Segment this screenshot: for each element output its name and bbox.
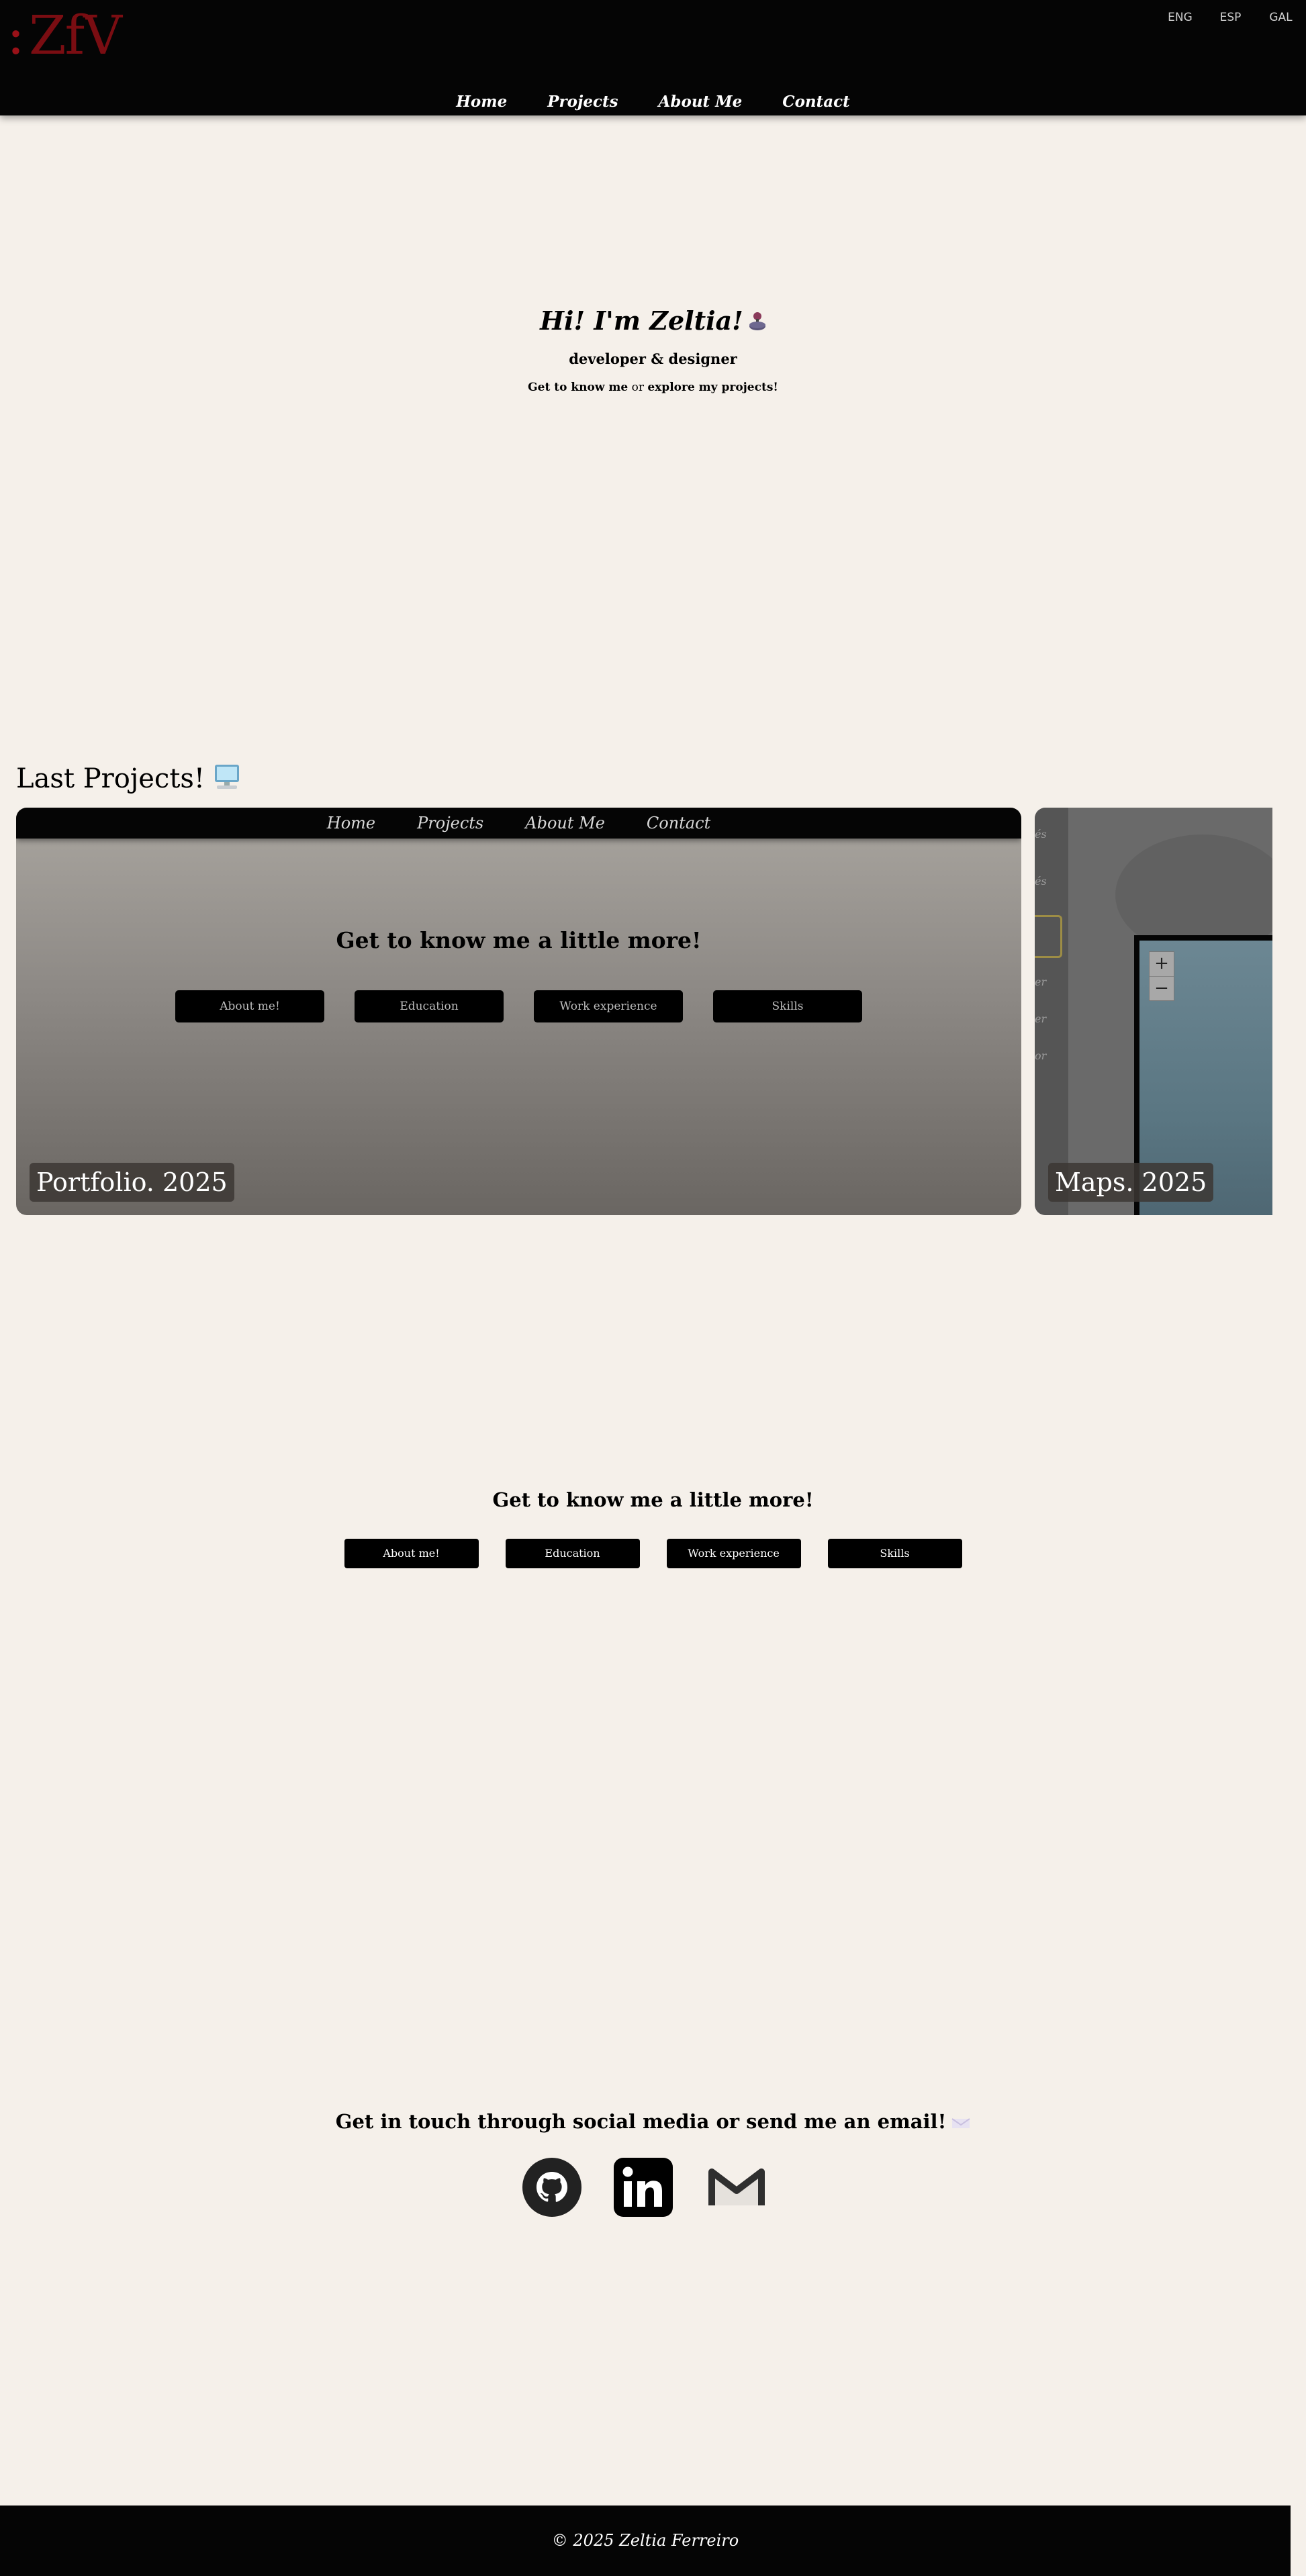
preview-nav-contact: Contact: [646, 814, 711, 832]
preview-nav-projects: Projects: [417, 814, 484, 832]
portfolio-preview-nav: Home Projects About Me Contact: [16, 808, 1021, 839]
logo-mark: :: [7, 4, 25, 66]
nav-contact[interactable]: Contact: [762, 89, 870, 115]
hero-greeting-text: Hi! I'm Zeltia!: [540, 305, 743, 336]
envelope-icon: [951, 2118, 970, 2128]
projects-carousel[interactable]: Home Projects About Me Contact Get to kn…: [16, 808, 1272, 1215]
sidebar-text: er: [1035, 1012, 1047, 1025]
hero-subtitle: developer & designer: [569, 350, 737, 367]
site-header: : ZfV ENG ESP GAL Home Projects About Me …: [0, 0, 1306, 115]
nav-about-me[interactable]: About Me: [639, 89, 763, 115]
nav-home[interactable]: Home: [436, 89, 527, 115]
get-to-know-me-link[interactable]: Get to know me: [528, 381, 628, 394]
sidebar-text: és: [1035, 828, 1047, 841]
main-nav: Home Projects About Me Contact: [0, 89, 1306, 115]
social-icons: [0, 2157, 1306, 2224]
lang-gal[interactable]: GAL: [1256, 9, 1306, 26]
hero-links: Get to know me or explore my projects!: [0, 381, 1306, 394]
preview-nav-about-me: About Me: [525, 814, 605, 832]
hero-or-text: or: [628, 381, 648, 394]
zoom-in-button: +: [1154, 953, 1169, 973]
maps-preview-sidebar: és és er er or: [1035, 808, 1068, 1215]
sidebar-text: or: [1035, 1049, 1047, 1062]
gmail-icon[interactable]: [706, 2157, 767, 2217]
hero-greeting: Hi! I'm Zeltia!: [0, 303, 1306, 338]
sidebar-text: er: [1035, 975, 1047, 988]
sidebar-highlight: [1035, 915, 1062, 958]
projects-title: Last Projects!: [16, 759, 241, 799]
sidebar-text: és: [1035, 875, 1047, 888]
map-zoom-control: + −: [1149, 951, 1174, 1001]
zoom-out-button: −: [1150, 976, 1174, 1001]
copyright-text: © 2025 Zeltia Ferreiro: [551, 2531, 739, 2550]
hero-section: Hi! I'm Zeltia! developer & designer Get…: [0, 303, 1306, 394]
preview-button-work: Work experience: [534, 990, 683, 1022]
about-section: Get to know me a little more! About me! …: [0, 1485, 1306, 1568]
preview-button-education: Education: [355, 990, 504, 1022]
education-button[interactable]: Education: [505, 1539, 640, 1568]
preview-button-about: About me!: [175, 990, 324, 1022]
skills-button[interactable]: Skills: [827, 1539, 962, 1568]
logo-text: ZfV: [28, 4, 122, 66]
project-caption-portfolio: Portfolio. 2025: [30, 1163, 234, 1202]
preview-buttons: About me! Education Work experience Skil…: [16, 990, 1021, 1022]
preview-button-skills: Skills: [713, 990, 862, 1022]
site-footer: © 2025 Zeltia Ferreiro: [0, 2506, 1291, 2576]
about-buttons: About me! Education Work experience Skil…: [0, 1539, 1306, 1568]
contact-section: Get in touch through social media or sen…: [0, 2107, 1306, 2217]
about-heading: Get to know me a little more!: [492, 1488, 814, 1511]
joystick-icon: [749, 312, 765, 330]
github-icon[interactable]: [522, 2157, 582, 2217]
preview-nav-home: Home: [326, 814, 376, 832]
project-card-maps[interactable]: és és er er or + − Maps. 2025: [1035, 808, 1272, 1215]
preview-heading: Get to know me a little more!: [336, 927, 702, 953]
contact-heading-text: Get in touch through social media or sen…: [335, 2110, 947, 2133]
project-caption-maps: Maps. 2025: [1048, 1163, 1214, 1202]
site-logo[interactable]: : ZfV: [7, 4, 122, 66]
projects-title-text: Last Projects!: [16, 763, 205, 794]
explore-projects-link[interactable]: explore my projects!: [647, 381, 778, 394]
language-switcher: ENG ESP GAL: [1155, 9, 1306, 26]
computer-icon: [215, 765, 239, 789]
linkedin-icon[interactable]: [613, 2157, 673, 2217]
about-me-button[interactable]: About me!: [344, 1539, 479, 1568]
contact-heading: Get in touch through social media or sen…: [0, 2107, 1306, 2136]
project-card-portfolio[interactable]: Home Projects About Me Contact Get to kn…: [16, 808, 1021, 1215]
lang-eng[interactable]: ENG: [1155, 9, 1205, 26]
work-experience-button[interactable]: Work experience: [666, 1539, 801, 1568]
lang-esp[interactable]: ESP: [1205, 9, 1256, 26]
nav-projects[interactable]: Projects: [527, 89, 638, 115]
